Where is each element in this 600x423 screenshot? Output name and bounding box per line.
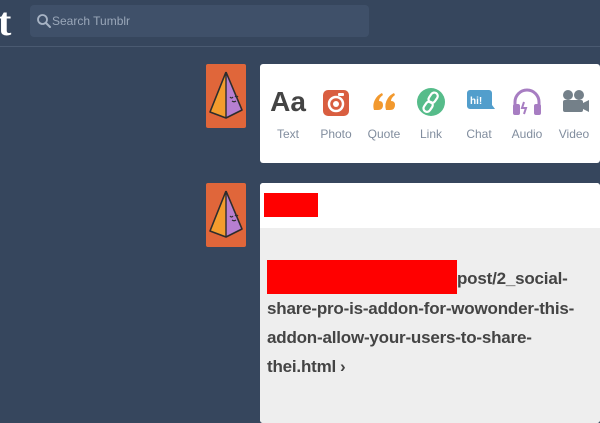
headphones-icon: [513, 88, 541, 115]
search-input[interactable]: [52, 5, 352, 37]
post-type-video[interactable]: Video: [551, 64, 597, 163]
video-camera-icon: [563, 90, 589, 112]
post-type-link[interactable]: Link: [408, 64, 454, 163]
camera-icon: [323, 90, 349, 116]
post-type-label: Video: [558, 127, 590, 141]
post-type-photo[interactable]: Photo: [313, 64, 359, 163]
post-type-bar: Aa Text Photo Quote Link hi! Chat Audio …: [260, 64, 600, 163]
chat-icon: hi!: [467, 90, 495, 109]
search-icon: [37, 14, 51, 28]
tumblr-logo[interactable]: t: [0, 0, 11, 44]
link-post-url[interactable]: post/2_social-share-pro-is-addon-for-wow…: [267, 259, 587, 381]
search-box[interactable]: [30, 5, 369, 37]
header-divider: [0, 46, 600, 47]
post-type-label: Photo: [320, 127, 352, 141]
post-card: post/2_social-share-pro-is-addon-for-wow…: [260, 183, 600, 423]
post-type-audio[interactable]: Audio: [504, 64, 550, 163]
pyramid-avatar-icon: [209, 190, 243, 238]
post-avatar[interactable]: [206, 183, 246, 247]
redacted-url-prefix: [267, 259, 457, 294]
post-type-label: Link: [419, 127, 442, 141]
avatar[interactable]: [206, 64, 246, 128]
post-type-chat[interactable]: hi! Chat: [456, 64, 502, 163]
post-header: [260, 183, 600, 228]
post-type-text[interactable]: Aa Text: [265, 64, 311, 163]
post-type-quote[interactable]: Quote: [361, 64, 407, 163]
post-type-label: Quote: [367, 127, 401, 141]
top-bar: t: [0, 0, 600, 46]
text-icon: Aa: [270, 86, 306, 117]
svg-text:hi!: hi!: [470, 96, 482, 107]
pyramid-avatar-icon: [209, 71, 243, 119]
post-type-label: Text: [276, 127, 299, 141]
post-type-label: Audio: [511, 127, 543, 141]
redacted-username: [264, 193, 318, 217]
post-type-label: Chat: [466, 127, 492, 141]
link-post-body: post/2_social-share-pro-is-addon-for-wow…: [260, 228, 600, 423]
quote-icon: [373, 93, 395, 110]
link-icon: [417, 88, 445, 116]
chevron-right-icon: ›: [340, 356, 346, 376]
